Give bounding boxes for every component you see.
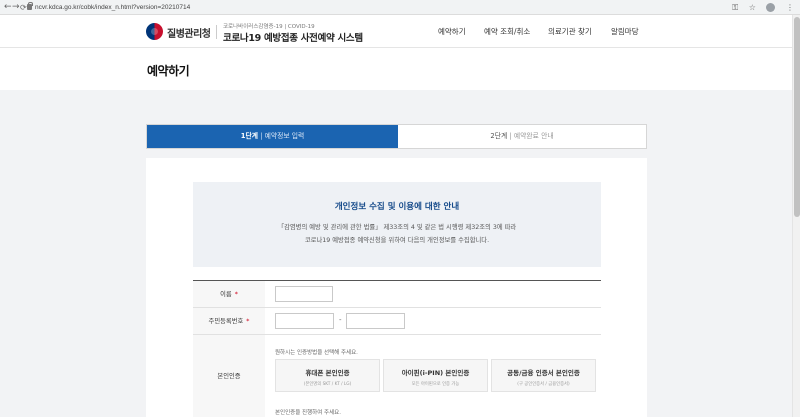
- taegeuk-logo-icon[interactable]: [146, 23, 163, 40]
- system-subtitle: 코로나바이러스감염증-19 | COVID-19: [223, 24, 315, 30]
- page-scrollbar[interactable]: [792, 15, 800, 417]
- step-1-label: 예약정보 입력: [264, 132, 305, 140]
- ipin-auth-sub: 모든 아이핀으로 인증 가능: [411, 382, 460, 387]
- privacy-notice-line-2: 코로나19 예방접종 예약신청을 위하여 다음의 개인정보를 수집합니다.: [304, 237, 490, 244]
- step-2-separator: |: [507, 132, 514, 140]
- step-1-active: 1단계 | 예약정보 입력: [147, 125, 398, 148]
- certificate-auth-title: 공동/금융 인증서 본인인증: [507, 369, 580, 377]
- rrn-dash: -: [339, 316, 342, 324]
- site-header: 질병관리청 코로나바이러스감염증-19 | COVID-19 코로나19 예방접…: [0, 15, 800, 48]
- system-title[interactable]: 코로나19 예방접종 사전예약 시스템: [223, 30, 363, 44]
- name-input[interactable]: [275, 286, 333, 302]
- forward-icon[interactable]: →: [12, 1, 20, 14]
- rrn-back-input[interactable]: [346, 313, 405, 329]
- browser-actions: ⚿ ☆ ⋮: [724, 0, 794, 15]
- reload-icon[interactable]: ⟳: [20, 1, 27, 14]
- name-row: 이름 *: [193, 281, 601, 308]
- step-2-number: 2단계: [490, 132, 508, 140]
- auth-label: 본인인증: [193, 335, 265, 417]
- phone-auth-button[interactable]: 휴대폰 본인인증 (본인명의 SKT / KT / LG): [275, 359, 380, 392]
- step-1-number: 1단계: [240, 132, 258, 140]
- agency-logo-text[interactable]: 질병관리청: [167, 25, 211, 40]
- certificate-auth-button[interactable]: 공동/금융 인증서 본인인증 (구 공인인증서 / 금융인증서): [491, 359, 596, 392]
- nav-notices[interactable]: 알림마당: [611, 26, 639, 37]
- back-icon[interactable]: ←: [4, 1, 12, 14]
- page-title: 예약하기: [147, 64, 190, 78]
- required-mark: *: [246, 318, 250, 325]
- step-2-label: 예약완료 안내: [513, 132, 554, 140]
- header-divider: [216, 25, 217, 39]
- nav-reserve[interactable]: 예약하기: [438, 26, 466, 37]
- key-icon[interactable]: ⚿: [732, 3, 738, 12]
- name-label: 이름 *: [193, 281, 265, 307]
- address-bar[interactable]: ncvr.kdca.go.kr/cobk/index_n.html?versio…: [35, 0, 190, 15]
- certificate-auth-sub: (구 공인인증서 / 금융인증서): [517, 382, 570, 387]
- browser-menu-icon[interactable]: ⋮: [786, 3, 794, 12]
- step-1-separator: |: [257, 132, 265, 140]
- privacy-notice-line-1: 「감염병의 예방 및 관리에 관한 법률」 제33조의 4 및 같은 법 시행령…: [277, 224, 517, 231]
- rrn-label: 주민등록번호 *: [193, 308, 265, 334]
- step-indicator: 1단계 | 예약정보 입력 2단계 | 예약완료 안내: [146, 124, 647, 149]
- step-2: 2단계 | 예약완료 안내: [398, 125, 646, 148]
- rrn-front-input[interactable]: [275, 313, 334, 329]
- nav-lookup-cancel[interactable]: 예약 조회/취소: [484, 26, 530, 37]
- required-mark: *: [234, 291, 238, 298]
- browser-toolbar: ← → ⟳ ncvr.kdca.go.kr/cobk/index_n.html?…: [0, 0, 800, 15]
- nav-find-hospital[interactable]: 의료기관 찾기: [548, 26, 592, 37]
- profile-avatar[interactable]: [766, 3, 776, 12]
- page-title-band: 예약하기: [0, 48, 800, 90]
- lock-icon[interactable]: [27, 2, 33, 10]
- ipin-auth-title: 아이핀(i-PIN) 본인인증: [401, 369, 470, 377]
- scrollbar-thumb[interactable]: [794, 17, 800, 217]
- auth-method-hint: 원하시는 인증방법을 선택해 주세요.: [275, 350, 358, 356]
- reservation-form: 이름 * 주민등록번호 * - 본인인증 원하시는 인증방법을 선택해 주세요. 휴…: [193, 280, 601, 417]
- phone-auth-title: 휴대폰 본인인증: [305, 369, 350, 377]
- bookmark-star-icon[interactable]: ☆: [749, 3, 756, 12]
- auth-progress-hint: 본인인증을 진행하여 주세요.: [275, 410, 341, 416]
- privacy-notice-box: 개인정보 수집 및 이용에 대한 안내 「감염병의 예방 및 관리에 관한 법률…: [193, 182, 601, 267]
- phone-auth-sub: (본인명의 SKT / KT / LG): [303, 382, 352, 387]
- privacy-notice-title: 개인정보 수집 및 이용에 대한 안내: [334, 202, 460, 212]
- ipin-auth-button[interactable]: 아이핀(i-PIN) 본인인증 모든 아이핀으로 인증 가능: [383, 359, 488, 392]
- rrn-row: 주민등록번호 * -: [193, 308, 601, 335]
